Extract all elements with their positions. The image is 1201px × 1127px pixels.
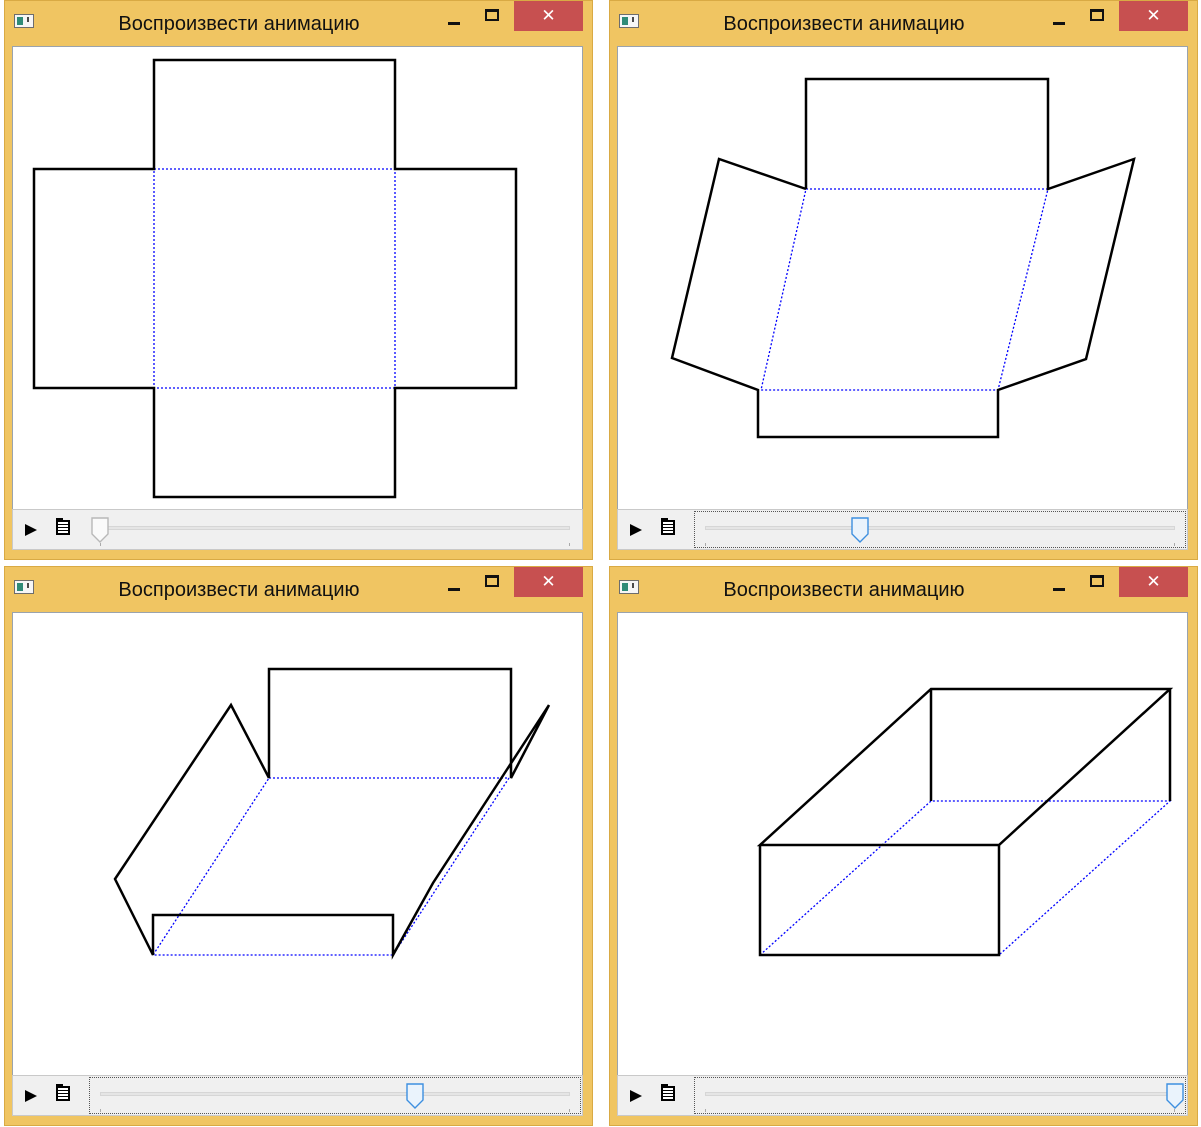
fold-lines <box>151 777 511 956</box>
playback-control-bar <box>12 1075 583 1116</box>
maximize-button[interactable] <box>1080 1 1114 31</box>
playback-control-bar <box>617 509 1188 550</box>
slider-thumb[interactable] <box>1166 1083 1184 1109</box>
player-window-frame-0: Воспроизвести анимацию ✕ <box>4 0 593 560</box>
slider-thumb[interactable] <box>851 517 869 543</box>
minimize-button[interactable] <box>437 1 471 31</box>
cut-outline <box>32 58 518 499</box>
slider-track[interactable] <box>705 526 1175 530</box>
maximize-button[interactable] <box>1080 567 1114 597</box>
slider-track[interactable] <box>100 1092 570 1096</box>
slider-track[interactable] <box>100 526 570 530</box>
timeline-slider[interactable] <box>89 1077 581 1114</box>
playlist-button[interactable] <box>659 1084 679 1104</box>
player-window-frame-1: Воспроизвести анимацию ✕ <box>609 0 1198 560</box>
player-window-frame-3: Воспроизвести анимацию ✕ <box>609 566 1198 1126</box>
play-button[interactable] <box>22 1086 42 1106</box>
cut-outline <box>670 77 1136 439</box>
play-button[interactable] <box>627 520 647 540</box>
box-net-drawing <box>670 77 1136 439</box>
title-bar[interactable]: Воспроизвести анимацию ✕ <box>610 1 1197 45</box>
slider-track[interactable] <box>705 1092 1175 1096</box>
close-icon: ✕ <box>1146 6 1161 26</box>
fold-lines <box>153 168 396 389</box>
title-bar[interactable]: Воспроизвести анимацию ✕ <box>610 567 1197 611</box>
play-button[interactable] <box>627 1086 647 1106</box>
timeline-slider[interactable] <box>694 511 1186 548</box>
player-window-frame-2: Воспроизвести анимацию ✕ <box>4 566 593 1126</box>
playlist-button[interactable] <box>659 518 679 538</box>
window-title: Воспроизвести анимацию <box>723 579 965 601</box>
fold-lines <box>758 800 1172 956</box>
animation-canvas <box>617 612 1188 1075</box>
fold-lines <box>760 188 1049 391</box>
window-title: Воспроизвести анимацию <box>118 13 360 35</box>
box-outline <box>756 687 1174 957</box>
animation-canvas <box>12 612 583 1075</box>
slider-ticks <box>100 1109 570 1112</box>
close-button[interactable]: ✕ <box>514 567 583 597</box>
close-icon: ✕ <box>541 572 556 592</box>
slider-ticks <box>705 1109 1175 1112</box>
close-button[interactable]: ✕ <box>1119 1 1188 31</box>
minimize-button[interactable] <box>437 567 471 597</box>
minimize-button[interactable] <box>1042 567 1076 597</box>
playlist-button[interactable] <box>54 1084 74 1104</box>
title-bar[interactable]: Воспроизвести анимацию ✕ <box>5 567 592 611</box>
window-title: Воспроизвести анимацию <box>723 13 965 35</box>
close-button[interactable]: ✕ <box>514 1 583 31</box>
playlist-button[interactable] <box>54 518 74 538</box>
box-net-drawing <box>756 687 1174 957</box>
close-icon: ✕ <box>541 6 556 26</box>
slider-thumb[interactable] <box>406 1083 424 1109</box>
timeline-slider[interactable] <box>89 511 581 548</box>
minimize-button[interactable] <box>1042 1 1076 31</box>
box-net-drawing <box>32 58 518 499</box>
title-bar[interactable]: Воспроизвести анимацию ✕ <box>5 1 592 45</box>
timeline-slider[interactable] <box>694 1077 1186 1114</box>
cut-outline <box>113 667 551 960</box>
animation-canvas <box>617 46 1188 509</box>
slider-ticks <box>100 543 570 546</box>
window-title: Воспроизвести анимацию <box>118 579 360 601</box>
play-button[interactable] <box>22 520 42 540</box>
animation-canvas <box>12 46 583 509</box>
close-icon: ✕ <box>1146 572 1161 592</box>
box-net-drawing <box>113 667 551 960</box>
maximize-button[interactable] <box>475 567 509 597</box>
playback-control-bar <box>12 509 583 550</box>
slider-ticks <box>705 543 1175 546</box>
close-button[interactable]: ✕ <box>1119 567 1188 597</box>
playback-control-bar <box>617 1075 1188 1116</box>
maximize-button[interactable] <box>475 1 509 31</box>
slider-thumb[interactable] <box>91 517 109 543</box>
